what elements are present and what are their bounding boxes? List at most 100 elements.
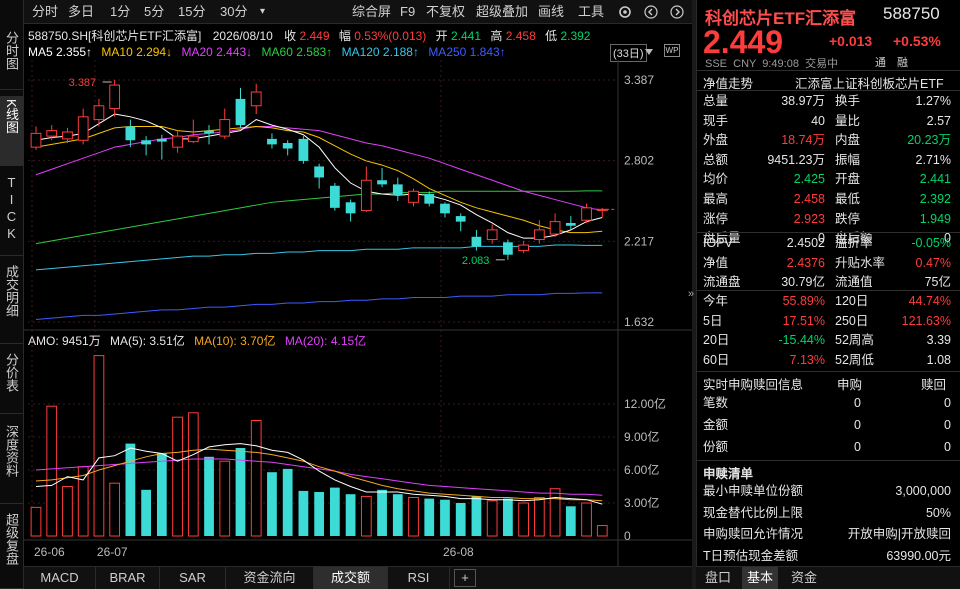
- stat-row: 今年 55.89% 120日 44.74%: [697, 292, 960, 311]
- volume-bar-down: [141, 489, 151, 536]
- list-value: 63990.00元: [886, 548, 951, 563]
- vtab-fenshi[interactable]: 分时图: [0, 28, 23, 90]
- expand-right-icon[interactable]: »: [688, 288, 694, 300]
- rong-badge[interactable]: 融: [897, 54, 908, 70]
- stat-label: 量比: [835, 113, 861, 128]
- stat-value: 44.74%: [908, 294, 951, 308]
- low-value: 2.392: [560, 29, 591, 43]
- stat-row: 5日 17.51% 250日 121.63%: [697, 312, 960, 331]
- low-annotation: 2.083: [462, 255, 490, 267]
- change-value: 0.53%(0.013): [354, 29, 427, 43]
- candle-body-down: [314, 166, 325, 178]
- candle-body-up: [187, 135, 199, 143]
- stat-row: 净值 2.4376 升贴水率 0.47%: [697, 254, 960, 273]
- candle-body-down: [471, 236, 482, 247]
- tab-sar[interactable]: SAR: [160, 567, 226, 589]
- stat-label: 今年: [703, 294, 729, 308]
- period-more-dropdown[interactable]: ▾: [254, 0, 271, 24]
- ma120-legend: MA120 2.188↑: [341, 45, 419, 59]
- list-label: 现金替代比例上限: [703, 505, 804, 520]
- volume-bar-up: [77, 466, 89, 537]
- candle-body-down: [392, 184, 403, 196]
- volume-bar-down: [298, 490, 309, 536]
- volume-bar-up: [250, 420, 262, 537]
- chaoji-overlay-button[interactable]: 超级叠加: [470, 0, 534, 24]
- ma-info-line: MA5 2.355↑ MA10 2.294↓ MA20 2.443↓ MA60 …: [28, 45, 506, 59]
- bufuquan-button[interactable]: 不复权: [420, 0, 471, 24]
- vtab-kline[interactable]: K线图: [0, 96, 23, 166]
- candle-body-down: [565, 222, 576, 226]
- candle-body-down: [125, 126, 136, 141]
- volume-bar-up: [581, 502, 592, 537]
- volume-bar-down: [455, 503, 466, 536]
- stat-label: 52周高: [835, 333, 874, 348]
- forward-arrow-icon[interactable]: [664, 0, 690, 24]
- period-5min[interactable]: 5分: [138, 0, 170, 24]
- stat-label: 溢折率: [835, 236, 873, 250]
- redeem-row: 笔数 0 0: [697, 394, 960, 413]
- collapse-triangle-icon[interactable]: [644, 46, 654, 56]
- tong-badge[interactable]: 通: [875, 54, 886, 70]
- candle-body-up: [46, 130, 58, 137]
- vtab-tick[interactable]: TICK: [0, 172, 23, 256]
- right-panel-tabs: 盘口 基本 资金: [696, 566, 960, 589]
- candle-body-up: [486, 229, 498, 241]
- tab-jiben[interactable]: 基本: [742, 567, 778, 589]
- volume-bar-down: [345, 494, 356, 536]
- vtab-shendu[interactable]: 深度资料: [0, 422, 23, 504]
- high-annotation: 3.387: [69, 77, 97, 89]
- ma20-legend: MA20 2.443↓: [181, 45, 253, 59]
- redeem-a: 0: [854, 440, 861, 454]
- tab-zijin-right[interactable]: 资金: [786, 567, 822, 589]
- wp-icon[interactable]: WP: [664, 44, 680, 57]
- stat-value: 1.949: [919, 211, 951, 226]
- volume-bar-up: [549, 488, 561, 537]
- candle-body-down: [424, 194, 435, 204]
- vtab-chengjiao[interactable]: 成交明细: [0, 262, 23, 344]
- candle-body-up: [549, 221, 561, 235]
- tab-chengjiaoe[interactable]: 成交额: [314, 567, 388, 589]
- period-30min[interactable]: 30分: [214, 0, 253, 24]
- volume-bar-down: [156, 453, 167, 536]
- volume-bar-down: [503, 498, 513, 536]
- f9-button[interactable]: F9: [394, 0, 421, 24]
- period-fenshi[interactable]: 分时: [26, 0, 64, 24]
- tab-brar[interactable]: BRAR: [96, 567, 160, 589]
- period-1min[interactable]: 1分: [104, 0, 136, 24]
- vtab-fenjia[interactable]: 分价表: [0, 350, 23, 414]
- ma10-legend: MA10 2.294↓: [101, 45, 173, 59]
- period-duori[interactable]: 多日: [62, 0, 100, 24]
- volume-tick-label: 9.00亿: [624, 429, 659, 444]
- vtab-fupan[interactable]: 超级复盘: [0, 510, 23, 589]
- stat-value: 9451.23万: [767, 152, 825, 167]
- settings-gear-icon[interactable]: [612, 0, 638, 24]
- tab-macd[interactable]: MACD: [24, 567, 96, 589]
- kline-chart[interactable]: 3.387 2.802 2.217 1.632 12.00亿 9.00亿 6.00亿 3.00…: [24, 60, 692, 566]
- volume-bar-up: [46, 405, 58, 537]
- draw-line-button[interactable]: 画线: [532, 0, 570, 24]
- zonghe-screen-button[interactable]: 综合屏: [346, 0, 397, 24]
- volume-bar-up: [62, 486, 73, 537]
- add-tab-button[interactable]: +: [454, 569, 476, 587]
- period-15min[interactable]: 15分: [172, 0, 211, 24]
- tools-button[interactable]: 工具: [572, 0, 610, 24]
- tab-rsi[interactable]: RSI: [388, 567, 450, 589]
- volume-bar-up: [533, 497, 545, 537]
- candle-body-up: [518, 244, 529, 252]
- date-tick-label: 26-07: [97, 545, 128, 559]
- close-label: 收: [284, 29, 297, 43]
- stat-value: -15.44%: [778, 333, 825, 348]
- candle-body-down: [377, 180, 387, 185]
- volume-bars: [30, 355, 608, 537]
- tab-zijin[interactable]: 资金流向: [226, 567, 314, 589]
- volume-bar-up: [219, 460, 231, 537]
- close-value: 2.449: [299, 29, 330, 43]
- redeem-a: 0: [854, 396, 861, 410]
- security-code-name: 588750.SH[科创芯片ETF汇添富]: [28, 29, 202, 43]
- indicator-tabs: MACD BRAR SAR 资金流向 成交额 RSI +: [24, 566, 692, 589]
- candles: [30, 80, 608, 260]
- tab-pankou[interactable]: 盘口: [700, 567, 736, 589]
- vol-ma20-value: MA(20): 4.15亿: [284, 334, 367, 348]
- redeem-row: 金额 0 0: [697, 416, 960, 435]
- back-arrow-icon[interactable]: [638, 0, 664, 24]
